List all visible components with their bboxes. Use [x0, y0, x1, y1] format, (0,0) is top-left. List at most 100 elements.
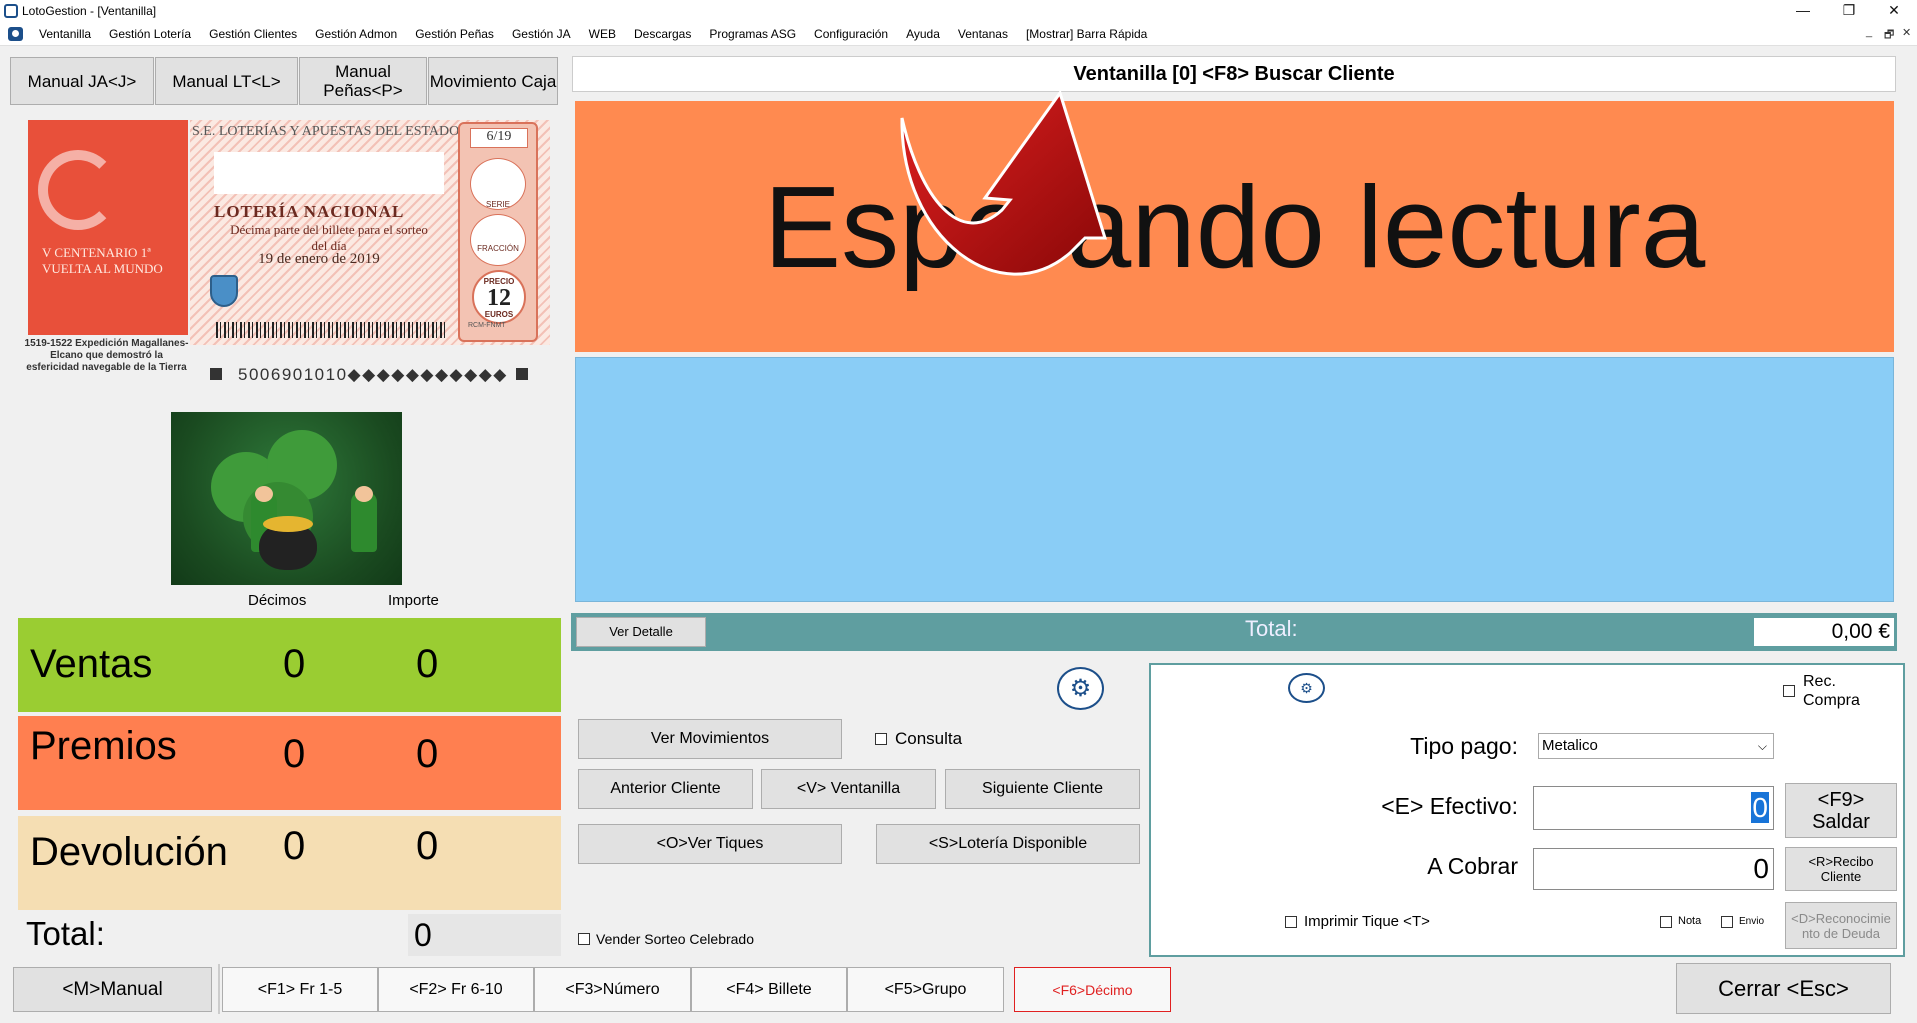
consulta-label: Consulta [895, 729, 963, 748]
title-bar: LotoGestion - [Ventanilla] — ❐ ✕ [0, 0, 1917, 22]
ticket-blank-area [214, 152, 444, 194]
consulta-checkbox[interactable] [875, 733, 887, 745]
price-value: 12 [487, 285, 511, 311]
vender-sorteo-checkbox[interactable] [578, 933, 590, 945]
ticket-draw-number: 6/19 [470, 128, 528, 148]
efectivo-label: <E> Efectivo: [1381, 793, 1518, 819]
a-cobrar-label: A Cobrar [1427, 853, 1518, 879]
window-title: LotoGestion - [Ventanilla] [22, 4, 157, 18]
price-unit: EUROS [484, 310, 514, 319]
devolucion-label: Devolución [30, 830, 228, 874]
ticket-photo-text: V CENTENARIO 1ª VUELTA AL MUNDO [42, 245, 163, 276]
movimiento-caja-button[interactable]: Movimiento Caja [428, 57, 558, 105]
premios-importe: 0 [416, 732, 439, 776]
f4-billete-button[interactable]: <F4> Billete [691, 967, 847, 1012]
ticket-title: LOTERÍA NACIONAL [214, 202, 405, 221]
ticket-square-left [210, 368, 222, 380]
ticket-caption: 1519-1522 Expedición Magallanes-Elcano q… [24, 338, 189, 373]
menu-gestion-clientes[interactable]: Gestión Clientes [200, 27, 306, 41]
nota-label: Nota [1678, 915, 1702, 927]
f6-decimo-button[interactable]: <F6>Décimo [1014, 967, 1171, 1012]
mdi-restore-button[interactable]: 🗗 [1884, 26, 1894, 45]
f3-numero-button[interactable]: <F3>Número [534, 967, 691, 1012]
menu-bar: Ventanilla Gestión Lotería Gestión Clien… [0, 22, 1917, 46]
ticket-price: PRECIO 12 EUROS [472, 270, 526, 324]
cerrar-button[interactable]: Cerrar <Esc> [1676, 963, 1891, 1014]
premios-label: Premios [30, 724, 177, 768]
menu-ventanilla[interactable]: Ventanilla [30, 27, 100, 41]
menu-configuracion[interactable]: Configuración [805, 27, 897, 41]
loteria-disponible-button[interactable]: <S>Lotería Disponible [876, 824, 1140, 864]
envio-checkbox[interactable] [1721, 916, 1733, 928]
manual-lt-button[interactable]: Manual LT<L> [155, 57, 298, 105]
saldar-button[interactable]: <F9> Saldar [1785, 783, 1897, 838]
menu-gestion-penas[interactable]: Gestión Peñas [406, 27, 503, 41]
f5-grupo-button[interactable]: <F5>Grupo [847, 967, 1004, 1012]
maximize-button[interactable]: ❐ [1826, 0, 1872, 22]
premios-decimos: 0 [283, 732, 306, 776]
items-list-area[interactable] [575, 357, 1894, 602]
mdi-child-icon[interactable] [8, 27, 23, 41]
ventanilla-header[interactable]: Ventanilla [0] <F8> Buscar Cliente [572, 56, 1896, 92]
manual-ja-button[interactable]: Manual JA<J> [10, 57, 154, 105]
menu-ayuda[interactable]: Ayuda [897, 27, 949, 41]
tipo-pago-value: Metalico [1542, 737, 1598, 754]
a-cobrar-input[interactable]: 0 [1533, 848, 1774, 890]
settings-gear-icon[interactable]: ⚙ [1057, 667, 1104, 710]
devolucion-importe: 0 [416, 824, 439, 868]
menu-gestion-ja[interactable]: Gestión JA [503, 27, 580, 41]
anterior-cliente-button[interactable]: Anterior Cliente [578, 769, 753, 809]
ticket-subtitle: Décima parte del billete para el sorteo … [230, 222, 428, 253]
menu-web[interactable]: WEB [580, 27, 625, 41]
siguiente-cliente-button[interactable]: Siguiente Cliente [945, 769, 1140, 809]
promo-image [171, 412, 402, 585]
menu-descargas[interactable]: Descargas [625, 27, 700, 41]
menu-barra-rapida[interactable]: [Mostrar] Barra Rápida [1017, 27, 1156, 41]
mdi-minimize-button[interactable]: _ [1866, 26, 1872, 38]
ticket-square-right [516, 368, 528, 380]
rec-compra-checkbox[interactable] [1783, 685, 1795, 697]
menu-programas-asg[interactable]: Programas ASG [700, 27, 805, 41]
crest-icon [210, 275, 238, 307]
left-total-value: 0 [408, 914, 561, 956]
efectivo-input[interactable]: 0 [1533, 786, 1774, 830]
right-total-value: 0,00 € [1754, 618, 1894, 646]
ver-movimientos-button[interactable]: Ver Movimientos [578, 719, 842, 759]
fkey-separator [218, 964, 220, 1014]
serie-label: SERIE [485, 200, 510, 209]
gold-coins [263, 516, 313, 532]
fraccion-circle [470, 214, 526, 266]
menu-ventanas[interactable]: Ventanas [949, 27, 1017, 41]
menu-gestion-admon[interactable]: Gestión Admon [306, 27, 406, 41]
leprechaun-face [255, 486, 273, 502]
right-total-label: Total: [1245, 616, 1298, 641]
tipo-pago-select[interactable]: Metalico ⌵ [1538, 733, 1774, 759]
ticket-logo [38, 150, 118, 230]
f2-fr-6-10-button[interactable]: <F2> Fr 6-10 [378, 967, 534, 1012]
manual-button[interactable]: <M>Manual [13, 967, 212, 1012]
vender-sorteo-label: Vender Sorteo Celebrado [596, 931, 754, 947]
ticket-photo: V CENTENARIO 1ª VUELTA AL MUNDO [28, 120, 188, 335]
payment-settings-gear-icon[interactable]: ⚙ [1288, 673, 1325, 703]
mdi-close-button[interactable]: ✕ [1902, 26, 1911, 39]
ticket-number: 5006901010◆◆◆◆◆◆◆◆◆◆◆ [238, 365, 508, 384]
menu-gestion-loteria[interactable]: Gestión Lotería [100, 27, 200, 41]
total-bar [571, 613, 1897, 651]
minimize-button[interactable]: — [1780, 0, 1826, 22]
lottery-ticket-image: V CENTENARIO 1ª VUELTA AL MUNDO 1519-152… [24, 120, 550, 390]
ticket-mint: RCM-FNMT [468, 322, 506, 329]
reconocimiento-deuda-button[interactable]: <D>Reconocimie nto de Deuda [1785, 902, 1897, 949]
ver-detalle-button[interactable]: Ver Detalle [576, 617, 706, 647]
ver-tiques-button[interactable]: <O>Ver Tiques [578, 824, 842, 864]
importe-column-header: Importe [388, 592, 439, 609]
imprimir-tique-checkbox[interactable] [1285, 916, 1297, 928]
envio-label: Envio [1739, 916, 1765, 927]
left-total-label: Total: [26, 915, 105, 952]
recibo-cliente-button[interactable]: <R>Recibo Cliente [1785, 847, 1897, 891]
f1-fr-1-5-button[interactable]: <F1> Fr 1-5 [222, 967, 378, 1012]
ventas-panel: Ventas 0 0 [18, 618, 561, 712]
manual-penas-button[interactable]: Manual Peñas<P> [299, 57, 427, 105]
nota-checkbox[interactable] [1660, 916, 1672, 928]
ventanilla-button[interactable]: <V> Ventanilla [761, 769, 936, 809]
close-window-button[interactable]: ✕ [1871, 0, 1917, 22]
